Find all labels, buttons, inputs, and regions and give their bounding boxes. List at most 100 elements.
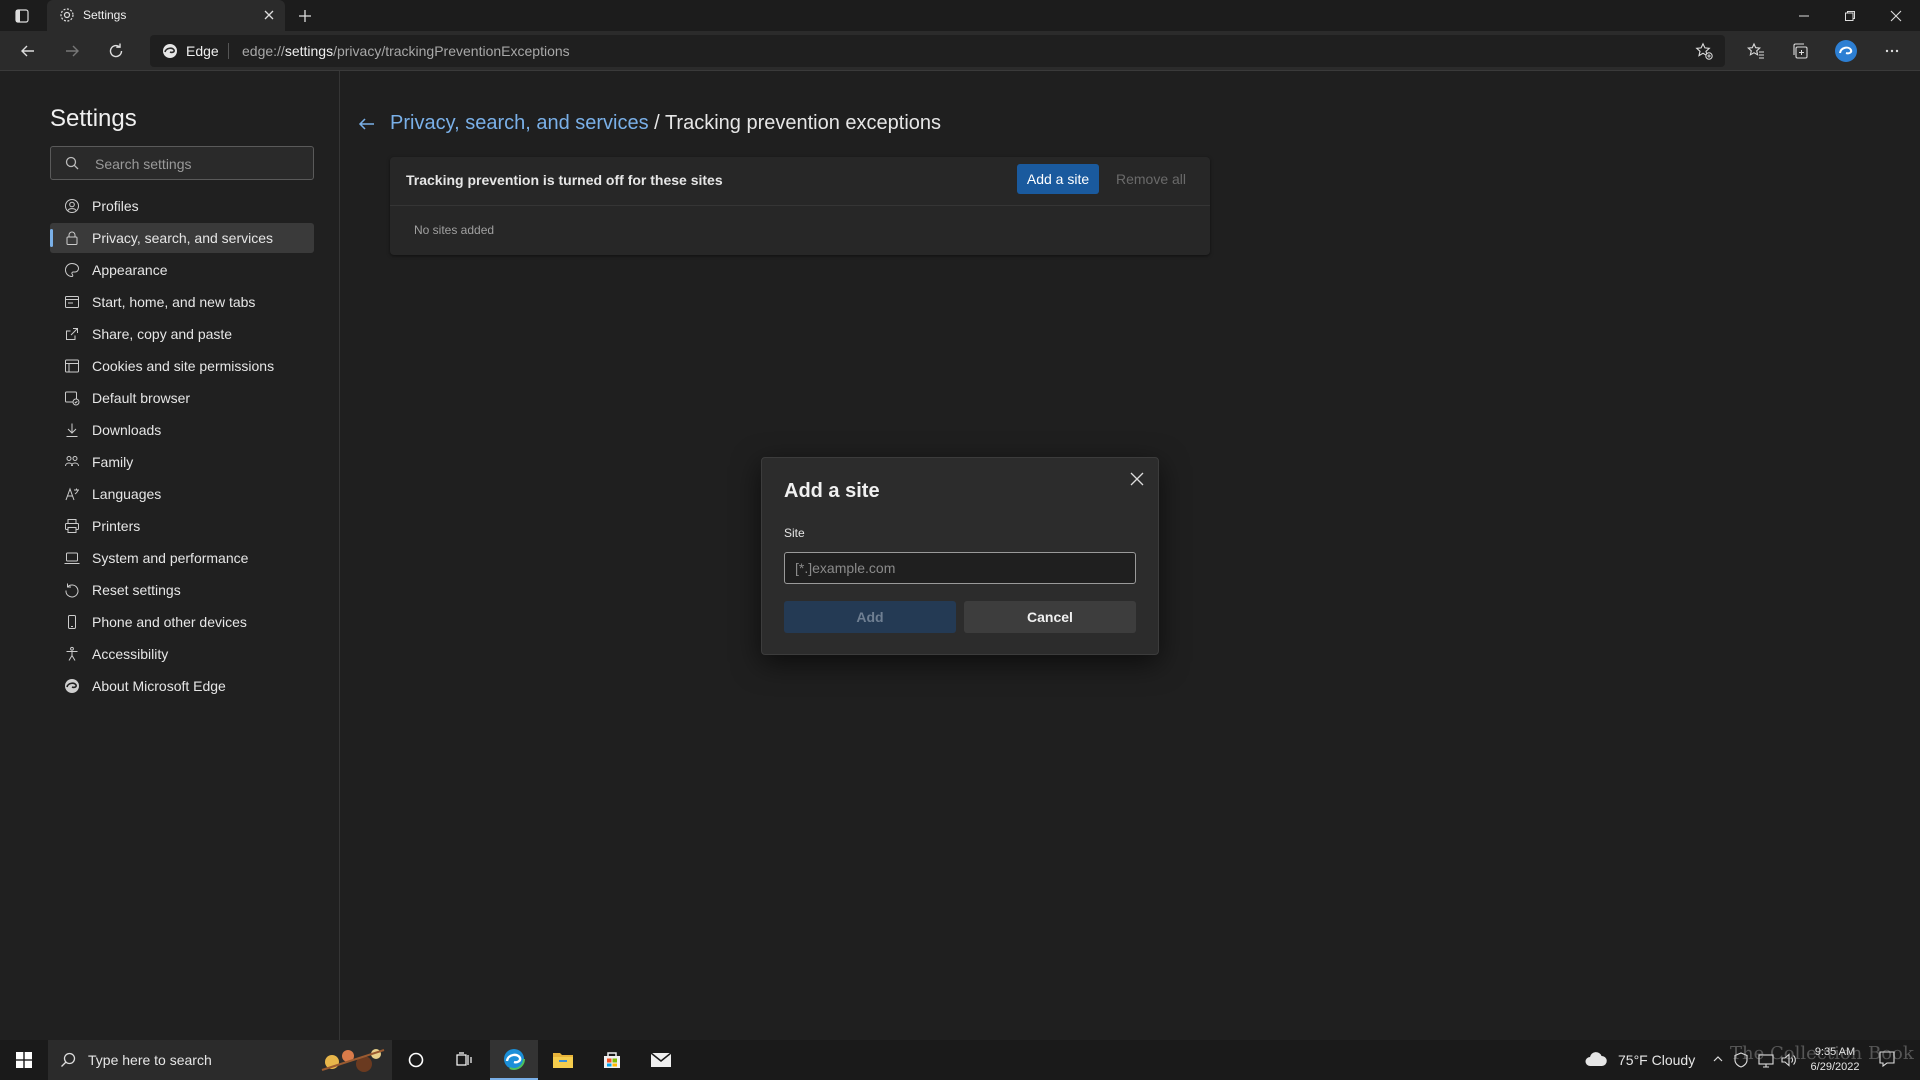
title-bar: Settings	[0, 0, 1920, 31]
profile-avatar[interactable]	[1830, 35, 1862, 67]
sidebar-item-label: Start, home, and new tabs	[92, 294, 256, 310]
sidebar-item-label: Reset settings	[92, 582, 181, 598]
close-icon[interactable]	[1128, 470, 1146, 488]
sidebar-item-label: Appearance	[92, 262, 168, 278]
browser-icon	[64, 390, 80, 406]
cookies-icon	[64, 358, 80, 374]
download-icon	[64, 422, 80, 438]
sidebar-item-label: Phone and other devices	[92, 614, 247, 630]
accessibility-icon	[64, 646, 80, 662]
breadcrumb-separator: /	[648, 112, 665, 134]
add-site-button[interactable]: Add a site	[1017, 164, 1099, 194]
file-explorer-icon[interactable]	[539, 1040, 587, 1080]
gear-icon	[59, 7, 75, 23]
sidebar-item-label: About Microsoft Edge	[92, 678, 226, 694]
cancel-button[interactable]: Cancel	[964, 601, 1136, 633]
sidebar-item-label: Privacy, search, and services	[92, 230, 274, 246]
sidebar-item-appearance[interactable]: Appearance	[50, 255, 314, 285]
minimize-icon[interactable]	[1781, 0, 1827, 31]
restore-icon[interactable]	[1827, 0, 1873, 31]
sidebar-title: Settings	[50, 105, 137, 132]
sidebar-item-label: Profiles	[92, 198, 139, 214]
weather-text[interactable]: 75°F Cloudy	[1618, 1052, 1695, 1068]
sidebar-item-cookies[interactable]: Cookies and site permissions	[50, 351, 314, 381]
search-placeholder: Search settings	[95, 156, 192, 172]
url-path: /privacy/trackingPreventionExceptions	[333, 43, 570, 59]
phone-icon	[64, 614, 80, 630]
taskbar: Type here to search 75°F Cloudy 9:35 AM …	[0, 1040, 1920, 1080]
add-button[interactable]: Add	[784, 601, 956, 633]
sidebar-item-label: Share, copy and paste	[92, 326, 233, 342]
share-icon	[64, 326, 80, 342]
browser-tab-settings[interactable]: Settings	[47, 0, 285, 31]
sidebar-item-about[interactable]: About Microsoft Edge	[50, 671, 314, 701]
sidebar-item-start-home[interactable]: Start, home, and new tabs	[50, 287, 314, 317]
search-settings-input[interactable]: Search settings	[50, 146, 314, 180]
card-divider	[390, 205, 1210, 206]
collections-icon[interactable]	[1784, 35, 1816, 67]
more-options-icon[interactable]	[1876, 35, 1908, 67]
mail-icon[interactable]	[637, 1040, 685, 1080]
forward-arrow-icon	[56, 35, 88, 67]
windows-start-icon[interactable]	[0, 1040, 48, 1080]
omnibox-separator	[228, 43, 229, 59]
chevron-up-icon[interactable]	[1712, 1053, 1724, 1065]
home-tabs-icon	[64, 294, 80, 310]
add-favorite-icon[interactable]	[1695, 42, 1713, 60]
favorites-icon[interactable]	[1740, 35, 1772, 67]
sidebar-item-system[interactable]: System and performance	[50, 543, 314, 573]
taskbar-search-box[interactable]: Type here to search	[48, 1040, 392, 1080]
url-prefix: edge://	[242, 43, 285, 59]
exceptions-card: Tracking prevention is turned off for th…	[390, 157, 1210, 255]
close-tab-icon[interactable]	[263, 9, 275, 21]
url-text[interactable]: edge://settings/privacy/trackingPreventi…	[242, 43, 570, 59]
cloud-icon	[1584, 1050, 1608, 1068]
laptop-icon	[64, 550, 80, 566]
sidebar-item-reset[interactable]: Reset settings	[50, 575, 314, 605]
sidebar-item-default-browser[interactable]: Default browser	[50, 383, 314, 413]
search-icon	[65, 156, 79, 170]
browser-toolbar: Edge edge://settings/privacy/trackingPre…	[0, 31, 1920, 71]
sidebar-item-label: Cookies and site permissions	[92, 358, 275, 374]
sidebar-item-label: Languages	[92, 486, 162, 502]
sidebar-item-profiles[interactable]: Profiles	[50, 191, 314, 221]
sidebar-item-downloads[interactable]: Downloads	[50, 415, 314, 445]
remove-all-button: Remove all	[1115, 171, 1187, 187]
microsoft-store-icon[interactable]	[588, 1040, 636, 1080]
taskbar-search-placeholder: Type here to search	[88, 1052, 212, 1068]
lock-icon	[64, 230, 80, 246]
taskbar-edge-icon[interactable]	[490, 1040, 538, 1080]
language-icon	[64, 486, 80, 502]
site-field-label: Site	[784, 526, 805, 540]
task-view-icon[interactable]	[440, 1040, 488, 1080]
cortana-icon[interactable]	[392, 1040, 440, 1080]
site-input[interactable]	[784, 552, 1136, 584]
family-icon	[64, 454, 80, 470]
profile-icon	[64, 198, 80, 214]
sidebar-item-accessibility[interactable]: Accessibility	[50, 639, 314, 669]
sidebar-item-printers[interactable]: Printers	[50, 511, 314, 541]
sidebar-item-family[interactable]: Family	[50, 447, 314, 477]
sidebar-item-label: Printers	[92, 518, 141, 534]
sidebar-item-label: System and performance	[92, 550, 249, 566]
back-arrow-icon[interactable]	[12, 35, 44, 67]
tab-actions-icon[interactable]	[14, 8, 30, 24]
sidebar-item-phone[interactable]: Phone and other devices	[50, 607, 314, 637]
sidebar-item-languages[interactable]: Languages	[50, 479, 314, 509]
close-window-icon[interactable]	[1873, 0, 1919, 31]
settings-sidebar: Settings Search settings Profiles Privac…	[0, 71, 340, 1040]
search-icon	[60, 1052, 76, 1068]
edge-logo-icon	[162, 43, 178, 59]
address-bar[interactable]: Edge edge://settings/privacy/trackingPre…	[150, 35, 1725, 67]
search-highlight-icon	[318, 1044, 388, 1076]
reset-icon	[64, 582, 80, 598]
watermark-text: The Collection Book	[1730, 1043, 1914, 1064]
tab-title: Settings	[83, 8, 127, 22]
sidebar-item-share-copy[interactable]: Share, copy and paste	[50, 319, 314, 349]
sidebar-item-privacy[interactable]: Privacy, search, and services	[50, 223, 314, 253]
page-title: Tracking prevention exceptions	[664, 112, 942, 134]
new-tab-icon[interactable]	[297, 8, 313, 24]
back-arrow-icon[interactable]	[357, 114, 377, 134]
breadcrumb-link-privacy[interactable]: Privacy, search, and services	[390, 112, 649, 134]
refresh-icon[interactable]	[100, 35, 132, 67]
